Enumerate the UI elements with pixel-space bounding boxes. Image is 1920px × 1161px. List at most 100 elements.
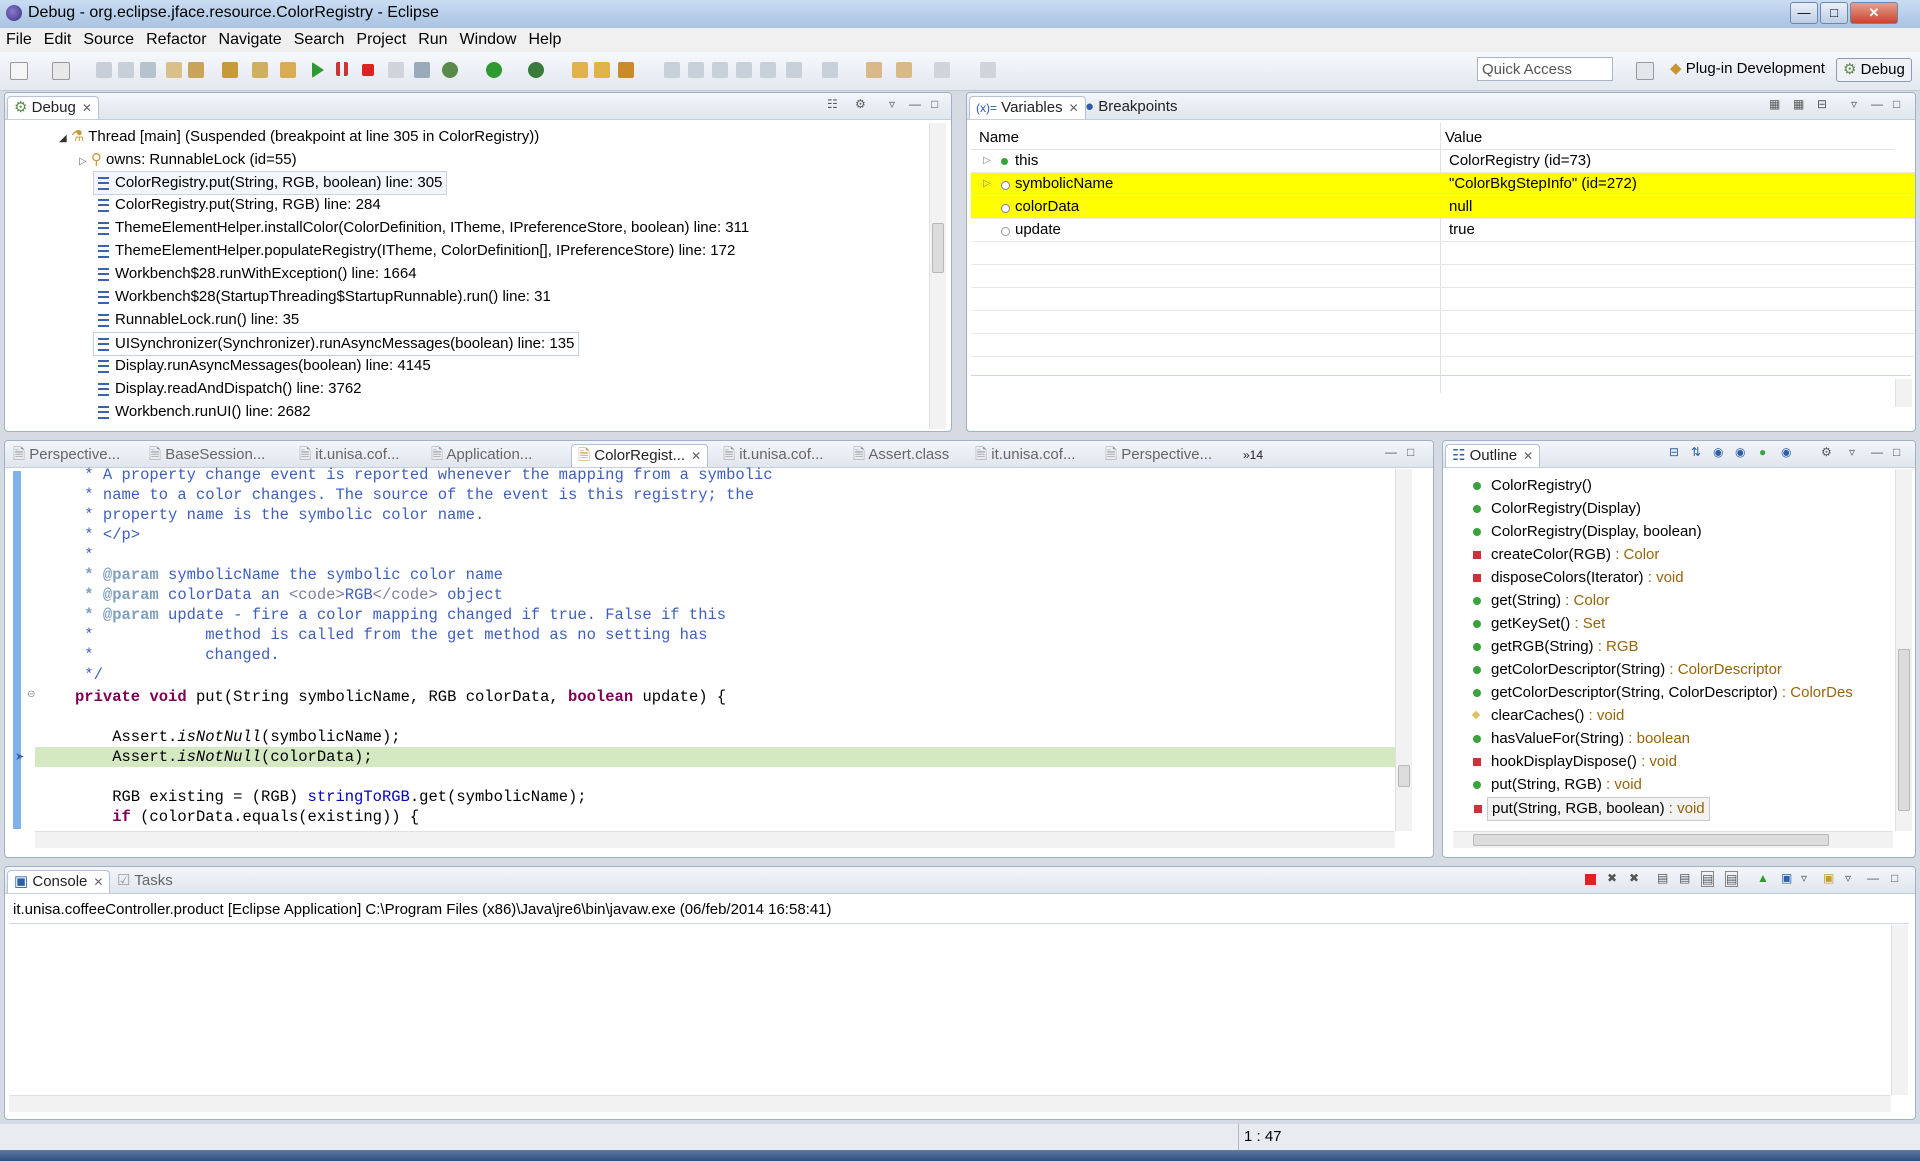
menu-navigate[interactable]: Navigate	[213, 28, 288, 49]
menu-window[interactable]: Window	[454, 28, 523, 49]
open-perspective-icon[interactable]	[1636, 62, 1654, 80]
view-menu-icon[interactable]: ⚙	[855, 97, 866, 111]
view-menu-chevron-icon[interactable]: ▿	[1849, 445, 1855, 459]
close-button[interactable]: ✕	[1850, 2, 1898, 24]
variable-row[interactable]: ▷ this ColorRegistry (id=73)	[971, 150, 1915, 173]
stack-frame[interactable]: RunnableLock.run() line: 35	[98, 309, 299, 331]
outline-item[interactable]: hasValueFor(String) : boolean	[1473, 728, 1690, 750]
previous-annotation-icon[interactable]	[688, 62, 704, 78]
back-icon[interactable]	[866, 62, 882, 78]
collapse-all-icon[interactable]: ⊟	[1817, 97, 1827, 111]
maximize-view-icon[interactable]: □	[1893, 445, 1900, 459]
new-icon[interactable]	[10, 62, 28, 80]
variable-row[interactable]: update true	[971, 219, 1915, 242]
quick-access-input[interactable]: Quick Access	[1477, 57, 1613, 81]
hide-fields-icon[interactable]: ◉	[1713, 445, 1723, 459]
outline-item[interactable]: ColorRegistry(Display, boolean)	[1473, 521, 1702, 543]
remove-terminated-icon[interactable]: ☷	[827, 97, 838, 111]
tab-variables[interactable]: (x)= Variables ✕	[969, 96, 1086, 119]
editor-vertical-scrollbar[interactable]	[1395, 469, 1412, 831]
tab-breakpoints[interactable]: ● Breakpoints	[1079, 96, 1183, 118]
stack-frame[interactable]: ColorRegistry.put(String, RGB) line: 284	[98, 194, 381, 216]
column-header-value[interactable]: Value	[1445, 129, 1482, 146]
last-edit-icon[interactable]	[786, 62, 802, 78]
owns-node[interactable]: ▷ ⚲ owns: RunnableLock (id=55)	[79, 149, 297, 171]
collapsed-arrow-icon[interactable]: ▷	[983, 173, 991, 195]
menu-edit[interactable]: Edit	[38, 28, 78, 49]
run-icon[interactable]	[486, 62, 502, 78]
menu-source[interactable]: Source	[77, 28, 140, 49]
clear-console-icon[interactable]: ▤	[1657, 871, 1668, 885]
show-logical-structure-icon[interactable]: ▦	[1793, 97, 1804, 111]
stack-frame[interactable]: Display.runAsyncMessages(boolean) line: …	[98, 355, 431, 377]
editor-tab[interactable]: 🗎 it.unisa.cof...	[717, 444, 829, 466]
outline-item[interactable]: put(String, RGB) : void	[1473, 774, 1642, 796]
open-icon[interactable]	[52, 62, 70, 80]
pin-editor-icon[interactable]	[980, 62, 996, 78]
perspective-debug[interactable]: ⚙ Debug	[1836, 58, 1912, 82]
outline-item[interactable]: ColorRegistry(Display)	[1473, 498, 1641, 520]
minimize-button[interactable]: —	[1790, 2, 1818, 24]
suspend-icon[interactable]	[336, 62, 348, 76]
editor-tab-active[interactable]: 🗎 ColorRegist... ✕	[571, 444, 709, 467]
tab-tasks[interactable]: ☑ Tasks	[111, 870, 179, 892]
stack-frame[interactable]: ThemeElementHelper.populateRegistry(IThe…	[98, 240, 735, 262]
show-type-names-icon[interactable]: ▦	[1769, 97, 1780, 111]
editor-tab[interactable]: 🗎 Perspective...	[1099, 444, 1218, 466]
show-whitespace-icon[interactable]	[736, 62, 752, 78]
maximize-view-icon[interactable]: □	[931, 97, 938, 111]
maximize-view-icon[interactable]: □	[1891, 871, 1898, 885]
outline-item[interactable]: getColorDescriptor(String) : ColorDescri…	[1473, 659, 1782, 681]
stack-frame[interactable]: Workbench$28.runWithException() line: 16…	[98, 263, 417, 285]
console-horizontal-scrollbar[interactable]	[9, 1095, 1891, 1112]
forward-nav-icon[interactable]	[934, 62, 950, 78]
menu-project[interactable]: Project	[350, 28, 412, 49]
scrollbar-thumb[interactable]	[1398, 765, 1410, 787]
close-icon[interactable]: ✕	[691, 449, 701, 463]
outline-item[interactable]: getKeySet() : Set	[1473, 613, 1605, 635]
hide-local-types-icon[interactable]: ◉	[1781, 445, 1791, 459]
new-package-icon[interactable]	[594, 62, 610, 78]
stack-frame[interactable]: ThemeElementHelper.installColor(ColorDef…	[98, 217, 749, 239]
outline-item[interactable]: hookDisplayDispose() : void	[1473, 751, 1677, 773]
remove-launch-icon[interactable]: ✖	[1607, 871, 1617, 885]
hide-non-public-icon[interactable]: ●	[1759, 445, 1766, 459]
close-icon[interactable]: ✕	[1523, 449, 1533, 463]
fold-icon[interactable]: ⊝	[27, 689, 35, 700]
variable-row-changed[interactable]: ▷ symbolicName "ColorBkgStepInfo" (id=27…	[971, 173, 1915, 196]
debug-icon[interactable]	[442, 62, 458, 78]
editor-tab[interactable]: 🗎 Perspective...	[7, 444, 126, 466]
editor-tab[interactable]: 🗎 it.unisa.cof...	[969, 444, 1081, 466]
next-annotation-icon[interactable]	[664, 62, 680, 78]
remove-all-terminated-icon[interactable]: ✖	[1629, 871, 1639, 885]
outline-item[interactable]: get(String) : Color	[1473, 590, 1609, 612]
step-filter-icon[interactable]	[280, 62, 296, 78]
scrollbar-thumb[interactable]	[932, 223, 944, 273]
debug-vertical-scrollbar[interactable]	[929, 123, 946, 429]
thread-node[interactable]: ◢ ⚗ Thread [main] (Suspended (breakpoint…	[59, 126, 539, 148]
outline-horizontal-scrollbar[interactable]	[1453, 831, 1893, 848]
terminate-icon[interactable]	[1585, 874, 1596, 885]
outline-item[interactable]: createColor(RGB) : Color	[1473, 544, 1659, 566]
expanded-arrow-icon[interactable]: ◢	[59, 133, 67, 144]
terminate-icon[interactable]	[362, 64, 374, 76]
editor-tab[interactable]: 🗎 Application...	[425, 444, 538, 466]
show-on-stderr-icon[interactable]: ▤	[1725, 871, 1739, 887]
tab-outline[interactable]: ☷ Outline ✕	[1445, 444, 1541, 467]
link-editor-icon[interactable]: ⚙	[1821, 445, 1832, 459]
drop-to-frame-icon[interactable]	[188, 62, 204, 78]
view-menu-chevron-icon[interactable]: ▿	[889, 97, 895, 111]
view-menu-chevron-icon[interactable]: ▿	[1851, 97, 1857, 111]
scrollbar-thumb[interactable]	[1898, 649, 1910, 811]
outline-item[interactable]: clearCaches() : void	[1471, 705, 1624, 727]
show-on-stdout-icon[interactable]: ▤	[1701, 871, 1715, 887]
stack-frame[interactable]: Workbench$28(StartupThreading$StartupRun…	[98, 286, 551, 308]
scrollbar-thumb[interactable]	[1473, 834, 1829, 846]
menu-refactor[interactable]: Refactor	[140, 28, 212, 49]
editor-horizontal-scrollbar[interactable]	[35, 831, 1395, 848]
run-last-tool-icon[interactable]	[528, 62, 544, 78]
menu-file[interactable]: File	[0, 28, 38, 49]
save-icon[interactable]	[96, 62, 112, 78]
forward-icon[interactable]	[896, 62, 912, 78]
menu-help[interactable]: Help	[522, 28, 567, 49]
